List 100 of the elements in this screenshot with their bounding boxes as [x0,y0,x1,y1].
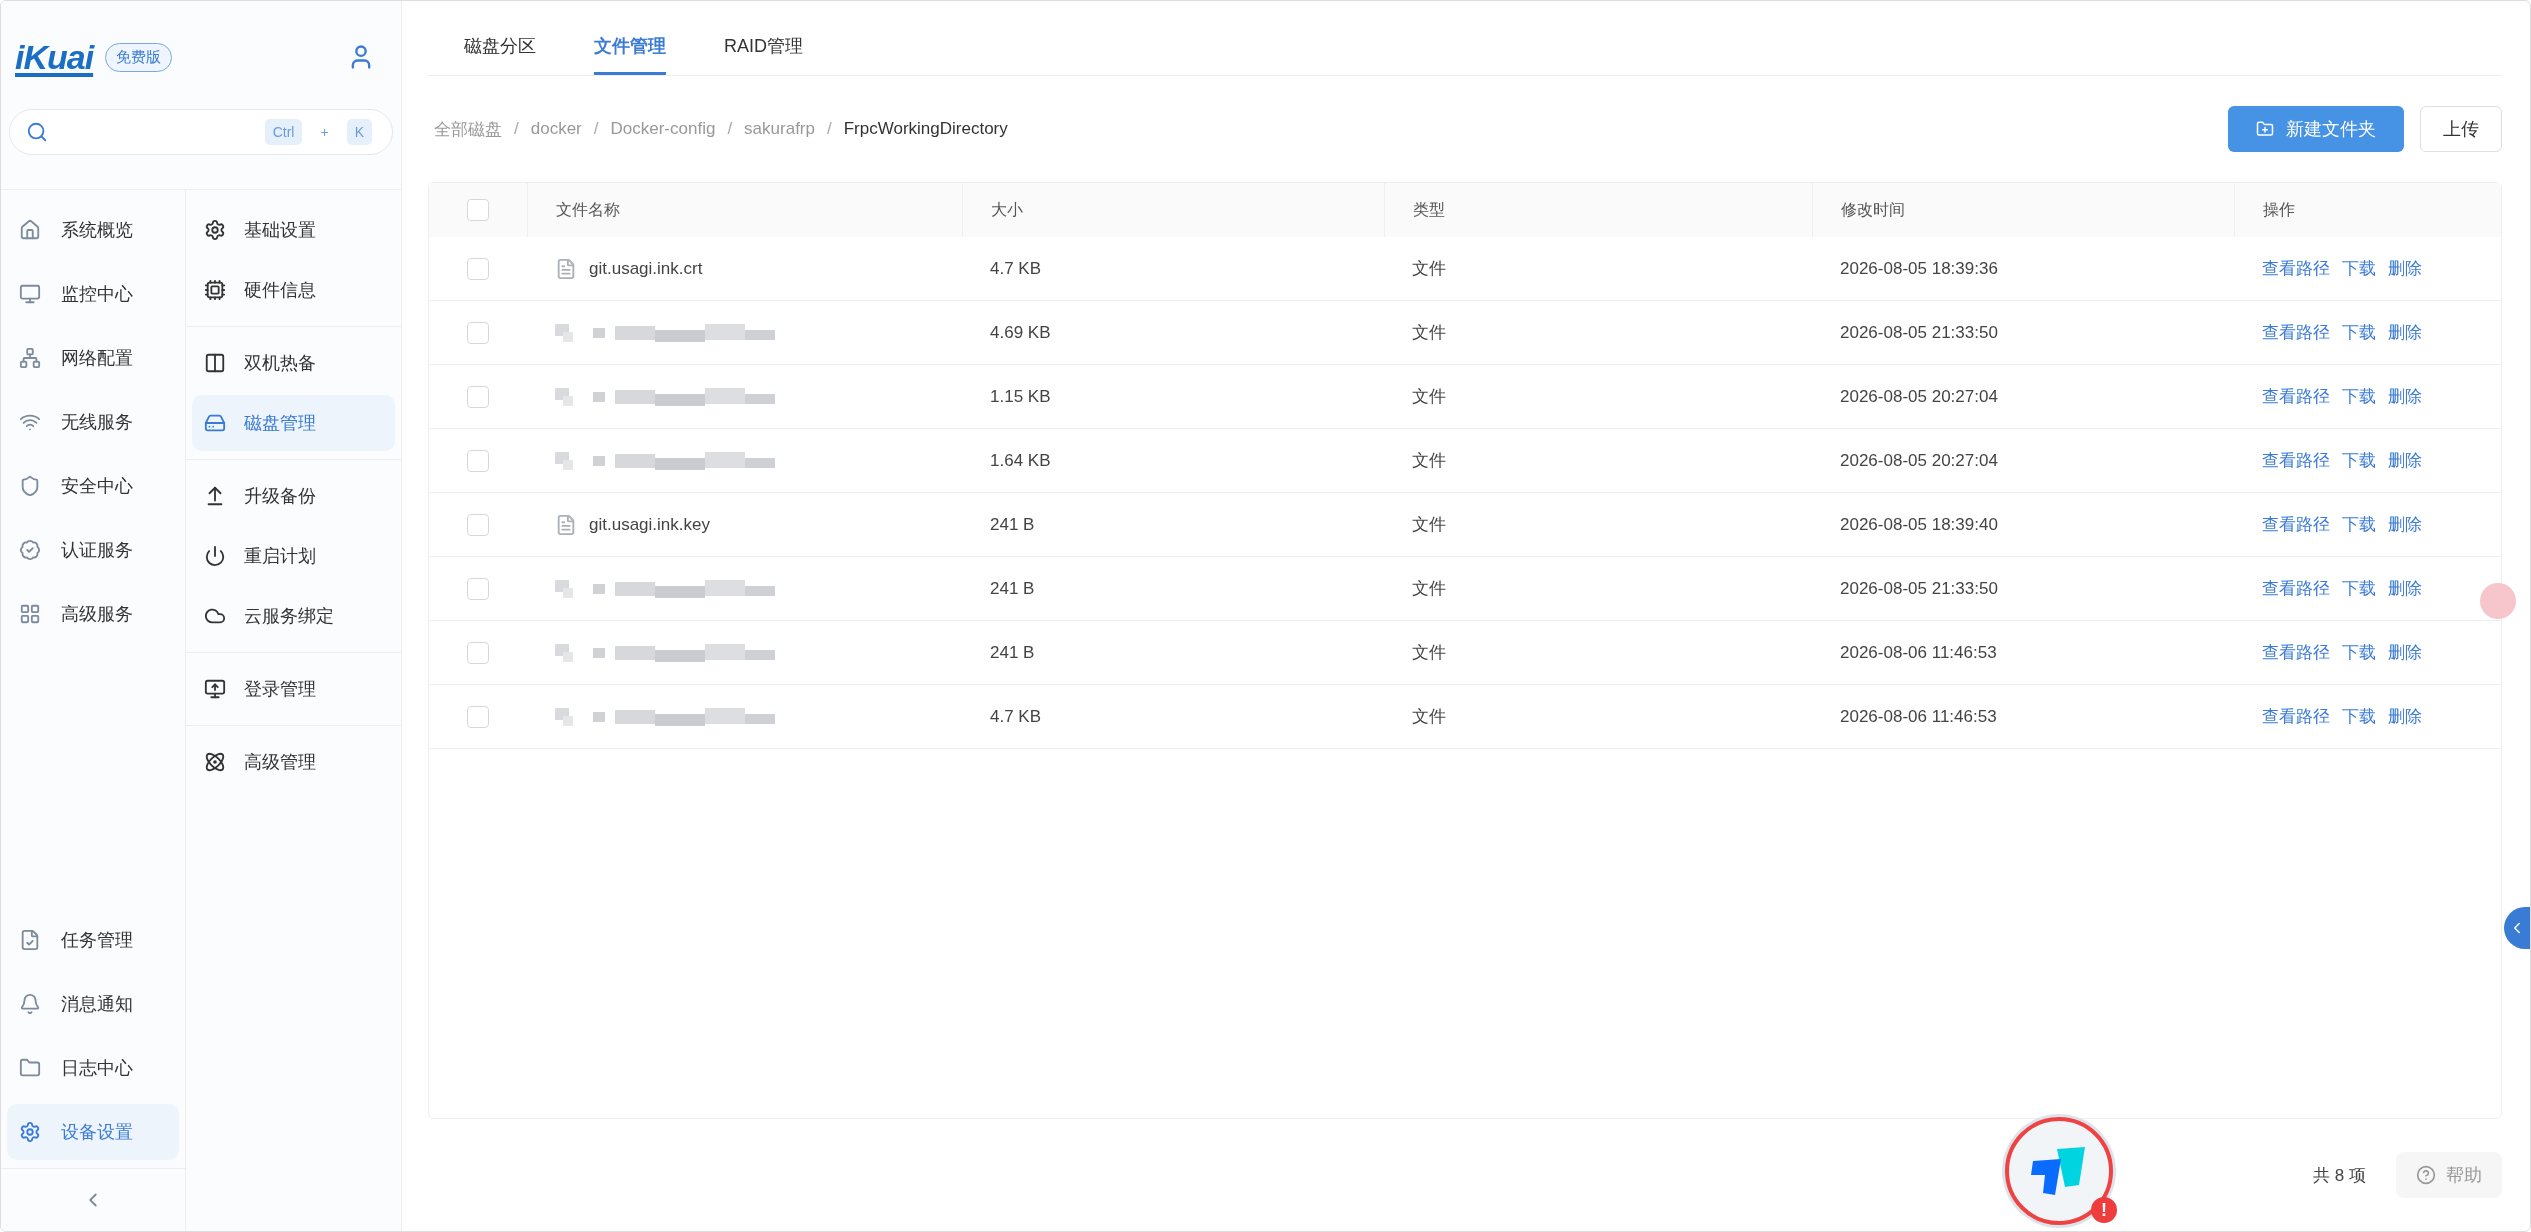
upload-button[interactable]: 上传 [2420,106,2502,152]
row-checkbox[interactable] [467,705,489,728]
row-checkbox[interactable] [467,257,489,280]
row-checkbox[interactable] [467,449,489,472]
help-icon [2416,1165,2436,1185]
size-cell: 241 B [962,621,1384,685]
nav-item[interactable]: 无线服务 [7,394,179,450]
shortcut-key: K [346,119,372,145]
action-link[interactable]: 查看路径 [2262,449,2330,472]
column-header: 修改时间 [1812,183,2234,237]
breadcrumb-separator: / [827,119,832,139]
nav-item[interactable]: 任务管理 [7,912,179,968]
action-link[interactable]: 下载 [2342,385,2376,408]
breadcrumb-link[interactable]: docker [530,119,582,139]
grid-icon [19,603,41,625]
subnav-label: 重启计划 [244,545,316,568]
nav-label: 安全中心 [61,475,133,498]
action-link[interactable]: 删除 [2388,705,2422,728]
breadcrumb-link[interactable]: sakurafrp [744,119,815,139]
tab[interactable]: 磁盘分区 [464,34,536,75]
nav-item[interactable]: 安全中心 [7,458,179,514]
action-link[interactable]: 删除 [2388,577,2422,600]
help-button[interactable]: 帮助 [2396,1152,2502,1198]
type-cell: 文件 [1384,621,1812,685]
column-header: 大小 [962,183,1384,237]
subnav-label: 高级管理 [244,751,316,774]
action-link[interactable]: 下载 [2342,513,2376,536]
nav-item[interactable]: 消息通知 [7,976,179,1032]
modified-cell: 2026-08-05 20:27:04 [1812,365,2234,429]
tab[interactable]: RAID管理 [724,34,803,75]
action-link[interactable]: 查看路径 [2262,513,2330,536]
action-link[interactable]: 删除 [2388,257,2422,280]
nav-label: 设备设置 [61,1121,133,1144]
settings-icon [19,1121,41,1143]
subnav-item[interactable]: 登录管理 [192,661,395,717]
nav-item[interactable]: 高级服务 [7,586,179,642]
type-cell: 文件 [1384,493,1812,557]
subnav-item[interactable]: 升级备份 [192,468,395,524]
action-link[interactable]: 下载 [2342,321,2376,344]
action-link[interactable]: 删除 [2388,385,2422,408]
nav-item[interactable]: 日志中心 [7,1040,179,1096]
breadcrumb-link[interactable]: Docker-config [610,119,716,139]
modified-cell: 2026-08-05 20:27:04 [1812,429,2234,493]
row-checkbox[interactable] [467,641,489,664]
action-link[interactable]: 查看路径 [2262,705,2330,728]
modified-cell: 2026-08-05 21:33:50 [1812,557,2234,621]
nav-label: 任务管理 [61,929,133,952]
floating-app-button[interactable] [2005,1117,2113,1225]
type-cell: 文件 [1384,429,1812,493]
action-link[interactable]: 删除 [2388,449,2422,472]
subnav-item[interactable]: 高级管理 [192,734,395,790]
breadcrumb-separator: / [514,119,519,139]
action-link[interactable]: 下载 [2342,705,2376,728]
file-icon [555,257,577,280]
subnav-item[interactable]: 硬件信息 [192,262,395,318]
action-link[interactable]: 下载 [2342,257,2376,280]
action-link[interactable]: 查看路径 [2262,577,2330,600]
edition-badge: 免费版 [105,42,173,72]
row-checkbox[interactable] [467,385,489,408]
action-link[interactable]: 删除 [2388,641,2422,664]
type-cell: 文件 [1384,237,1812,301]
action-link[interactable]: 查看路径 [2262,257,2330,280]
nav-item[interactable]: 认证服务 [7,522,179,578]
nav-item[interactable]: 监控中心 [7,266,179,322]
search-field[interactable]: Ctrl + K [9,109,393,155]
side-panel-tab[interactable] [2504,907,2530,949]
subnav-item[interactable]: 重启计划 [192,528,395,584]
tab[interactable]: 文件管理 [594,34,666,75]
shortcut-key: Ctrl [264,119,303,145]
row-checkbox[interactable] [467,513,489,536]
action-link[interactable]: 查看路径 [2262,321,2330,344]
action-link[interactable]: 下载 [2342,577,2376,600]
select-all-checkbox[interactable] [467,199,489,221]
new-folder-button[interactable]: 新建文件夹 [2228,106,2404,152]
folder-plus-icon [2256,120,2274,138]
nav-item[interactable]: 网络配置 [7,330,179,386]
modified-cell: 2026-08-06 11:46:53 [1812,621,2234,685]
nav-item[interactable]: 系统概览 [7,202,179,258]
action-link[interactable]: 删除 [2388,513,2422,536]
settings-icon [204,219,226,241]
size-cell: 241 B [962,557,1384,621]
action-link[interactable]: 下载 [2342,641,2376,664]
subnav-item[interactable]: 双机热备 [192,335,395,391]
search-icon [26,121,48,143]
breadcrumb-link[interactable]: 全部磁盘 [434,117,502,141]
badge-check-icon [19,539,41,561]
breadcrumb-separator: / [593,119,599,139]
action-link[interactable]: 下载 [2342,449,2376,472]
column-header: 类型 [1384,183,1812,237]
action-link[interactable]: 查看路径 [2262,385,2330,408]
file-name: git.usagi.ink.key [589,514,710,535]
action-link[interactable]: 查看路径 [2262,641,2330,664]
row-checkbox[interactable] [467,321,489,344]
action-link[interactable]: 删除 [2388,321,2422,344]
nav-item[interactable]: 设备设置 [7,1104,179,1160]
subnav-item[interactable]: 磁盘管理 [192,395,395,451]
subnav-item[interactable]: 基础设置 [192,202,395,258]
subnav-item[interactable]: 云服务绑定 [192,588,395,644]
row-checkbox[interactable] [467,577,489,600]
alert-badge: ! [2091,1197,2117,1223]
